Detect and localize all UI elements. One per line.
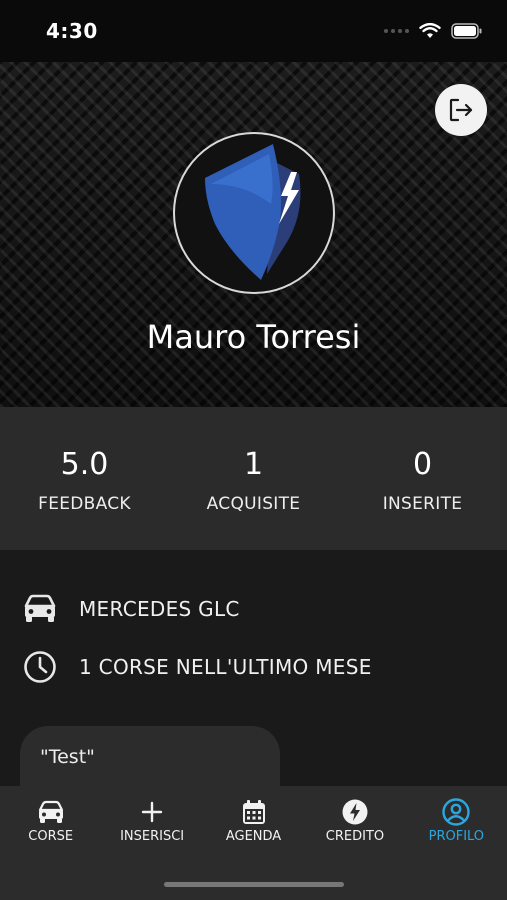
home-indicator xyxy=(164,882,344,887)
tab-label: CORSE xyxy=(28,829,74,844)
car-icon xyxy=(22,591,58,627)
shield-logo-icon xyxy=(205,144,301,280)
car-icon xyxy=(37,798,65,826)
stat-inserite: 0 INSERITE xyxy=(338,407,507,550)
status-time: 4:30 xyxy=(46,19,98,43)
info-row-rides: 1 CORSE NELL'ULTIMO MESE xyxy=(22,649,372,685)
logout-button[interactable] xyxy=(435,84,487,136)
stat-label: FEEDBACK xyxy=(38,494,131,514)
avatar[interactable] xyxy=(173,132,335,294)
clock-icon xyxy=(22,649,58,685)
stat-value: 5.0 xyxy=(60,447,109,482)
stat-label: INSERITE xyxy=(382,494,463,514)
logout-icon xyxy=(449,98,473,122)
stat-value: 1 xyxy=(243,447,264,482)
calendar-icon xyxy=(240,798,268,826)
profile-header: Mauro Torresi xyxy=(0,62,507,407)
tab-inserisci[interactable]: INSERISCI xyxy=(101,786,202,856)
stat-acquisite: 1 ACQUISITE xyxy=(169,407,338,550)
tab-profilo[interactable]: PROFILO xyxy=(406,786,507,856)
tab-label: INSERISCI xyxy=(120,829,185,844)
info-row-car: MERCEDES GLC xyxy=(22,591,240,627)
stat-feedback: 5.0 FEEDBACK xyxy=(0,407,169,550)
tab-label: AGENDA xyxy=(225,829,282,844)
plus-icon xyxy=(138,798,166,826)
stats-bar: 5.0 FEEDBACK 1 ACQUISITE 0 INSERITE xyxy=(0,407,507,550)
wifi-icon xyxy=(419,23,441,38)
car-model: MERCEDES GLC xyxy=(79,597,240,621)
stat-value: 0 xyxy=(412,447,433,482)
lightning-icon xyxy=(341,798,369,826)
signal-dots-icon xyxy=(384,29,409,33)
tab-corse[interactable]: CORSE xyxy=(0,786,101,856)
review-text: "Test" xyxy=(40,746,95,768)
tab-bar: CORSE INSERISCI AGENDA CREDITO PROFILO xyxy=(0,786,507,900)
tab-credito[interactable]: CREDITO xyxy=(304,786,405,856)
status-bar: 4:30 xyxy=(0,0,507,62)
status-icons xyxy=(384,23,483,39)
profile-name: Mauro Torresi xyxy=(146,318,361,356)
tab-agenda[interactable]: AGENDA xyxy=(203,786,304,856)
user-circle-icon xyxy=(442,798,471,826)
stat-label: ACQUISITE xyxy=(206,494,301,514)
tab-label: PROFILO xyxy=(428,829,485,844)
battery-icon xyxy=(451,23,482,39)
rides-last-month: 1 CORSE NELL'ULTIMO MESE xyxy=(79,655,372,679)
tab-label: CREDITO xyxy=(325,829,385,844)
